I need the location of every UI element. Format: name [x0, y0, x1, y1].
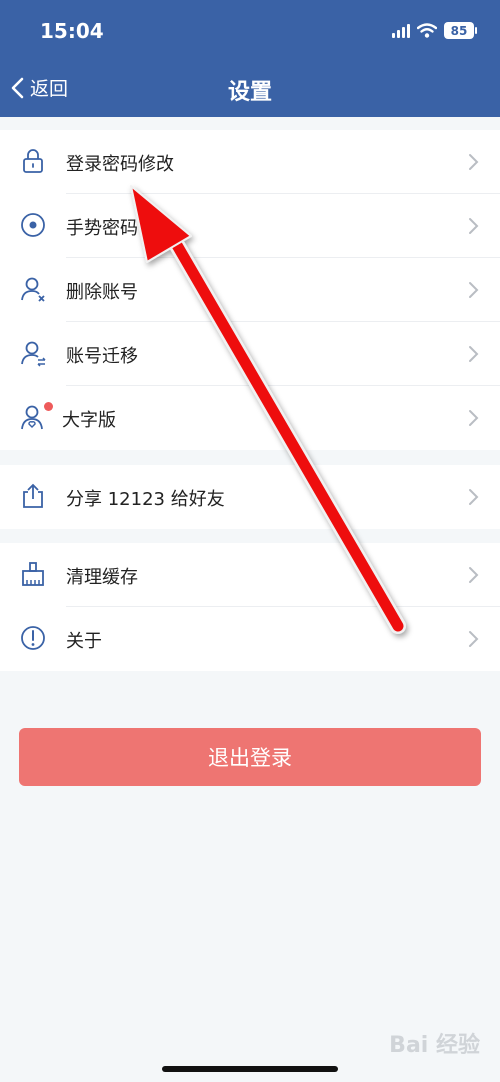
- settings-item-label: 登录密码修改: [66, 154, 174, 175]
- page-title: 设置: [227, 80, 272, 105]
- wifi-icon: [417, 23, 437, 38]
- settings-item-about[interactable]: 关于: [0, 607, 500, 671]
- signal-icon: [392, 23, 410, 38]
- settings-group-security: 登录密码修改 手势密码设置 删除账号 账号迁移 大字版: [0, 130, 500, 450]
- user-delete-icon: [21, 277, 45, 302]
- logout-button[interactable]: 退出登录: [19, 728, 481, 786]
- settings-item-label: 大字版: [62, 410, 116, 431]
- settings-item-login-password[interactable]: 登录密码修改: [0, 130, 500, 194]
- watermark: Bai 经验: [389, 1033, 480, 1058]
- settings-group-other: 清理缓存 关于: [0, 543, 500, 671]
- chevron-right-icon: [469, 282, 479, 298]
- settings-item-delete-account[interactable]: 删除账号: [0, 258, 500, 322]
- user-transfer-icon: [21, 341, 46, 367]
- settings-item-gesture-password[interactable]: 手势密码设置: [0, 194, 500, 258]
- elder-mode-icon: [21, 405, 43, 430]
- home-indicator[interactable]: [162, 1066, 338, 1072]
- battery-level: 85: [450, 23, 468, 38]
- chevron-right-icon: [469, 410, 479, 426]
- chevron-right-icon: [469, 631, 479, 647]
- broom-icon: [22, 562, 44, 586]
- settings-item-label: 分享 12123 给好友: [66, 489, 225, 510]
- lock-icon: [23, 149, 43, 173]
- share-icon: [23, 483, 43, 508]
- settings-item-label: 清理缓存: [66, 567, 138, 588]
- battery-icon: 85: [444, 22, 477, 39]
- status-time: 15:04: [40, 19, 104, 43]
- settings-item-share[interactable]: 分享 12123 给好友: [0, 465, 500, 529]
- settings-item-clear-cache[interactable]: 清理缓存: [0, 543, 500, 607]
- gesture-icon: [21, 213, 45, 237]
- settings-item-large-font[interactable]: 大字版: [0, 386, 500, 450]
- settings-item-label: 删除账号: [66, 282, 138, 303]
- settings-item-account-migration[interactable]: 账号迁移: [0, 322, 500, 386]
- status-icons: 85: [392, 22, 477, 39]
- chevron-right-icon: [469, 218, 479, 234]
- chevron-right-icon: [469, 346, 479, 362]
- settings-item-label: 手势密码设置: [66, 218, 174, 239]
- chevron-right-icon: [469, 489, 479, 505]
- chevron-right-icon: [469, 154, 479, 170]
- top-bar: 15:04 85 返回 设置: [0, 0, 500, 117]
- info-icon: [21, 626, 45, 650]
- new-badge: [44, 402, 53, 411]
- settings-group-share: 分享 12123 给好友: [0, 465, 500, 529]
- settings-item-label: 关于: [66, 631, 102, 652]
- settings-item-label: 账号迁移: [66, 346, 138, 367]
- chevron-right-icon: [469, 567, 479, 583]
